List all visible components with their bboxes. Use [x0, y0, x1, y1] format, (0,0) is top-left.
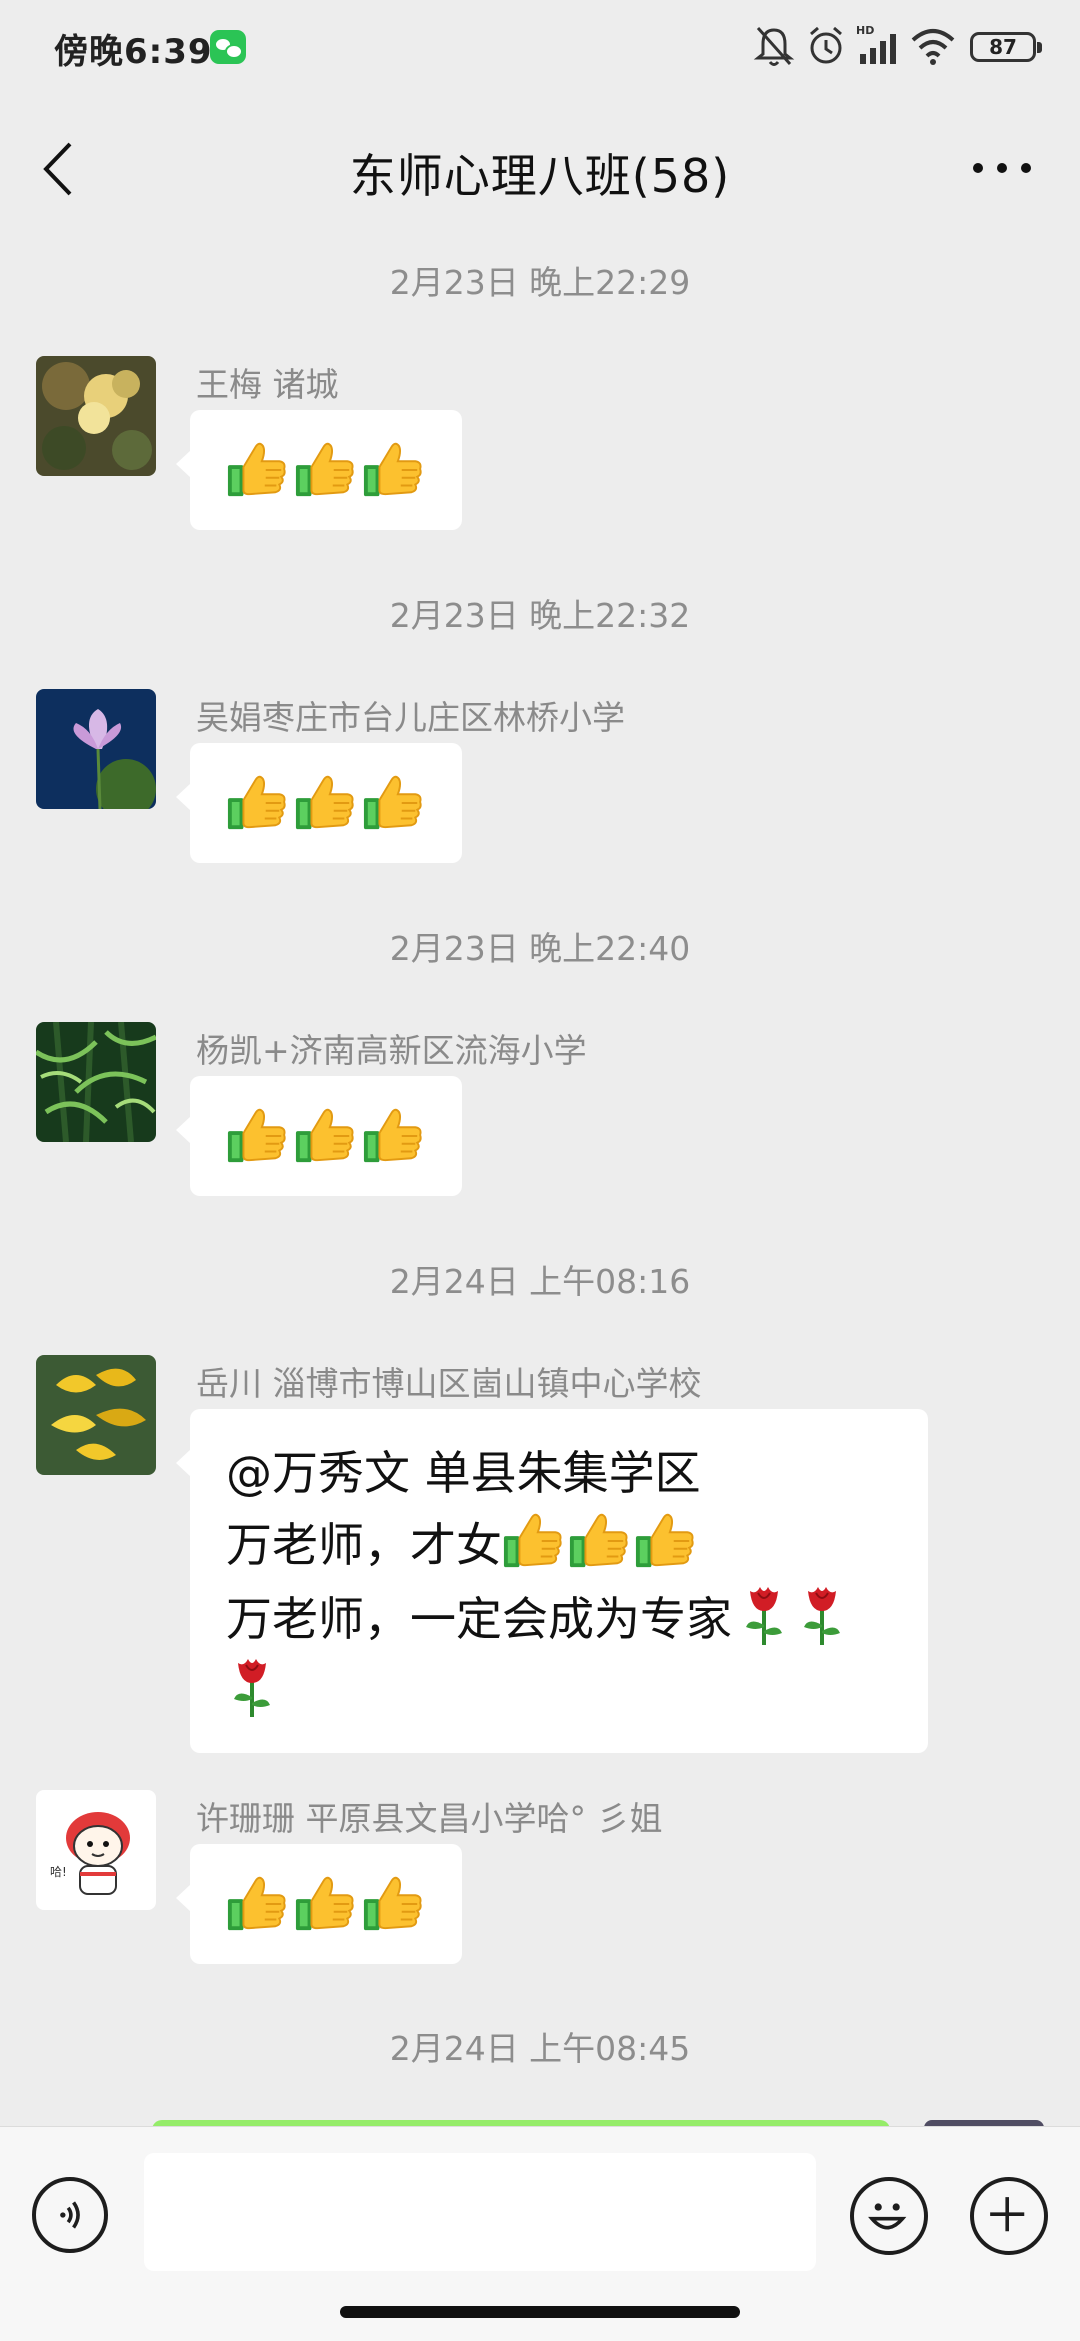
message-bubble[interactable]: [176, 410, 462, 530]
message-bubble[interactable]: [176, 1076, 462, 1196]
thumbs-up-emoji: [294, 1104, 356, 1166]
thumbs-up-emoji: [568, 1509, 630, 1571]
message-line: 万老师，一定会成为专家: [226, 1592, 732, 1646]
sender-name: 许珊珊 平原县文昌小学哈° 彡姐: [196, 1799, 663, 1838]
hd-signal-icon: HD: [856, 24, 896, 64]
rose-emoji: [226, 1653, 278, 1719]
avatar[interactable]: 哈!: [36, 1790, 156, 1910]
message-bubble[interactable]: [176, 743, 462, 863]
mute-icon: [753, 27, 795, 66]
emoji-icon[interactable]: [850, 2177, 928, 2255]
thumbs-up-emoji: [634, 1509, 696, 1571]
sender-name: 吴娟枣庄市台儿庄区林桥小学: [196, 698, 625, 737]
message-line: @万秀文 单县朱集学区: [226, 1446, 701, 1500]
rose-emoji: [796, 1581, 848, 1647]
thumbs-up-emoji: [226, 1104, 288, 1166]
svg-text:HD: HD: [856, 24, 874, 37]
message-line: 万老师，才女: [226, 1518, 502, 1572]
message-timestamp: 2月23日 晚上22:40: [389, 929, 691, 968]
thumbs-up-emoji: [294, 771, 356, 833]
thumbs-up-emoji: [226, 1872, 288, 1934]
more-button[interactable]: [962, 140, 1042, 196]
status-bar: 傍晚6:39 HD 87: [0, 0, 1080, 96]
avatar[interactable]: [36, 1355, 156, 1475]
message-timestamp: 2月24日 上午08:45: [389, 2029, 691, 2068]
avatar[interactable]: [36, 689, 156, 809]
message-input[interactable]: [144, 2153, 816, 2271]
avatar[interactable]: [36, 356, 156, 476]
avatar[interactable]: [36, 1022, 156, 1142]
thumbs-up-emoji: [362, 1104, 424, 1166]
thumbs-up-emoji: [502, 1509, 564, 1571]
alarm-icon: [810, 26, 842, 64]
message-timestamp: 2月23日 晚上22:29: [389, 263, 691, 302]
thumbs-up-emoji: [226, 438, 288, 500]
battery-icon: 87: [970, 32, 1042, 62]
thumbs-up-emoji: [362, 1872, 424, 1934]
thumbs-up-emoji: [294, 438, 356, 500]
rose-emoji: [738, 1581, 790, 1647]
sender-name: 王梅 诸城: [196, 365, 339, 404]
sender-name: 岳川 淄博市博山区崮山镇中心学校: [196, 1364, 702, 1403]
wifi-icon: [911, 29, 955, 65]
plus-icon[interactable]: [970, 2177, 1048, 2255]
message-timestamp: 2月24日 上午08:16: [389, 1262, 691, 1301]
message-bubble[interactable]: [176, 1844, 462, 1964]
thumbs-up-emoji: [226, 771, 288, 833]
chat-header: 东师心理八班(58): [0, 96, 1080, 244]
thumbs-up-emoji: [362, 438, 424, 500]
wechat-icon: [210, 30, 246, 64]
thumbs-up-emoji: [294, 1872, 356, 1934]
home-indicator: [340, 2306, 740, 2318]
status-time: 傍晚6:39: [54, 32, 213, 72]
svg-text:哈!: 哈!: [50, 1865, 67, 1879]
thumbs-up-emoji: [362, 771, 424, 833]
message-bubble[interactable]: @万秀文 单县朱集学区 万老师，才女 万老师，一定会成为专家: [176, 1409, 928, 1753]
voice-icon[interactable]: [32, 2177, 108, 2253]
chat-title: 东师心理八班(58): [349, 149, 731, 203]
message-timestamp: 2月23日 晚上22:32: [389, 596, 691, 635]
sender-name: 杨凯+济南高新区流海小学: [196, 1031, 587, 1070]
